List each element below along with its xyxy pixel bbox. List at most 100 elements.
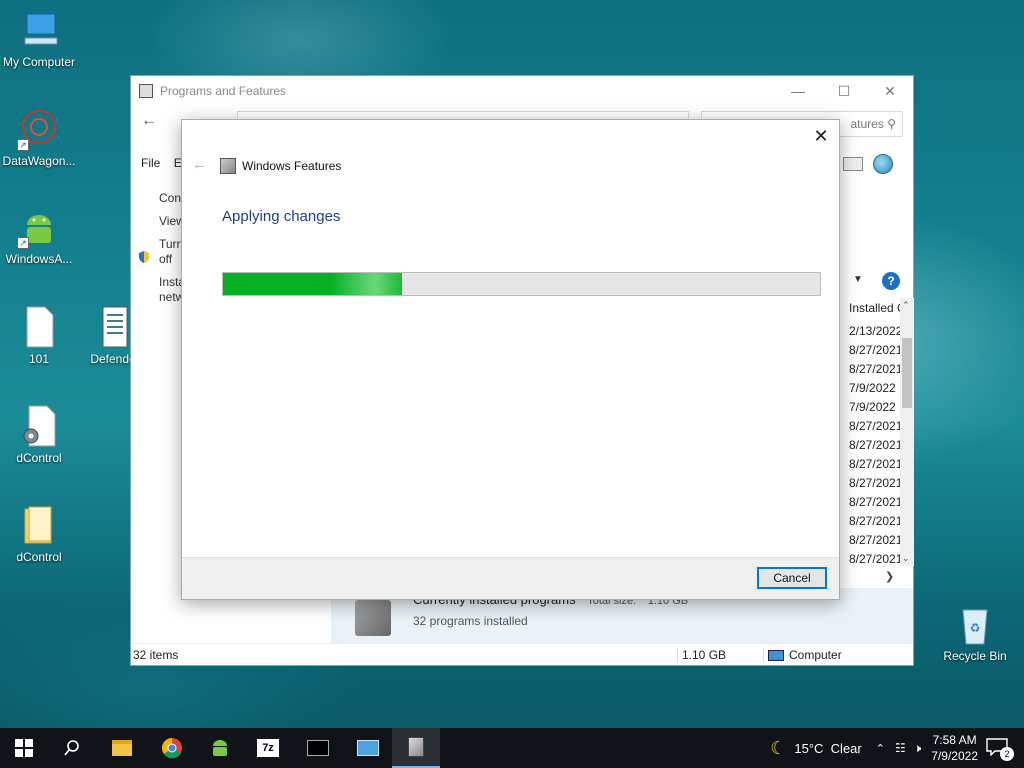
monitor-icon xyxy=(768,649,784,661)
desktop-icon-my-computer[interactable]: My Computer xyxy=(0,8,81,69)
list-item[interactable]: 7/9/2022 xyxy=(849,398,901,417)
control-panel-icon xyxy=(139,84,153,98)
clock[interactable]: 7:58 AM 7/9/2022 xyxy=(931,732,978,764)
folder-icon xyxy=(17,503,61,547)
computer-icon xyxy=(17,8,61,52)
windows-logo-icon xyxy=(15,739,33,757)
status-heading: Applying changes xyxy=(222,208,341,225)
taskbar-file-explorer[interactable] xyxy=(98,728,146,768)
close-icon[interactable]: ✕ xyxy=(811,126,831,146)
list-item[interactable]: 2/13/2022 xyxy=(849,322,901,341)
status-location-label: Computer xyxy=(789,648,842,662)
desktop-icon-label: dControl xyxy=(16,550,62,564)
back-arrow-icon: ← xyxy=(192,156,207,173)
progress-bar-fill xyxy=(223,273,403,295)
desktop-icon-dcontrol-config[interactable]: dControl xyxy=(0,404,81,465)
dialog-title: Windows Features xyxy=(242,159,342,173)
list-item[interactable]: 8/27/2021 xyxy=(849,550,901,569)
column-header-installed-on[interactable]: Installed On xyxy=(849,301,901,315)
start-button[interactable] xyxy=(0,728,48,768)
status-bar: 32 items 1.10 GB Computer xyxy=(131,643,913,665)
desktop-icon-windowsa[interactable]: ↗ WindowsA... xyxy=(0,205,81,266)
desktop-icon-label: dControl xyxy=(16,451,62,465)
search-text: atures xyxy=(850,117,884,131)
clock-date: 7/9/2022 xyxy=(931,749,978,763)
menu-file[interactable]: File xyxy=(141,156,160,170)
help-icon[interactable]: ? xyxy=(882,272,900,290)
shortcut-arrow-icon: ↗ xyxy=(17,237,29,249)
network-icon[interactable]: ☷ xyxy=(895,741,906,755)
close-button[interactable]: ✕ xyxy=(867,76,913,106)
taskbar-control-panel[interactable] xyxy=(344,728,392,768)
window-controls: — ☐ ✕ xyxy=(775,76,913,106)
dialog-footer: Cancel xyxy=(182,557,839,599)
system-tray: ☾ 15°C Clear ⌃ ☷ 🕨 7:58 AM 7/9/2022 2 xyxy=(770,728,1024,768)
list-item[interactable]: 7/9/2022 xyxy=(849,379,901,398)
desktop-icon-label: My Computer xyxy=(2,55,76,69)
maximize-button[interactable]: ☐ xyxy=(821,76,867,106)
chevron-down-icon[interactable]: ▼ xyxy=(853,274,863,285)
status-size: 1.10 GB xyxy=(677,648,726,662)
7zip-icon: 7z xyxy=(257,739,279,757)
moon-weather-icon[interactable]: ☾ xyxy=(770,738,786,759)
desktop-icon-recycle-bin[interactable]: ♻ Recycle Bin xyxy=(933,602,1017,663)
windows-features-dialog: ✕ ← Windows Features Applying changes Ca… xyxy=(181,119,840,600)
desktop-icon-label: 101 xyxy=(28,352,50,366)
notification-count: 2 xyxy=(1000,747,1014,761)
windows-features-icon xyxy=(220,158,236,174)
weather-text[interactable]: 15°C Clear xyxy=(794,741,861,756)
recycle-bin-icon: ♻ xyxy=(953,602,997,646)
desktop-icon-datawagon[interactable]: ↗ DataWagon... xyxy=(0,107,81,168)
list-item[interactable]: 8/27/2021 xyxy=(849,436,901,455)
shortcut-arrow-icon: ↗ xyxy=(17,139,29,151)
globe-icon[interactable] xyxy=(873,154,893,174)
search-button[interactable] xyxy=(48,728,96,768)
taskbar-windows-features[interactable] xyxy=(392,728,440,768)
list-item[interactable]: 8/27/2021 xyxy=(849,512,901,531)
blank-file-icon xyxy=(17,305,61,349)
list-item[interactable]: 8/27/2021 xyxy=(849,417,901,436)
settings-file-icon xyxy=(17,404,61,448)
svg-text:♻: ♻ xyxy=(970,621,981,635)
notification-center-icon[interactable]: 2 xyxy=(986,738,1014,761)
android-icon: ↗ xyxy=(17,205,61,249)
chrome-icon xyxy=(162,738,182,759)
desktop-icon-101[interactable]: 101 xyxy=(0,305,81,366)
scroll-down-icon[interactable]: ⌄ xyxy=(902,553,910,564)
view-options-icon[interactable] xyxy=(843,157,863,171)
desktop-icon-label: Recycle Bin xyxy=(943,649,1007,663)
search-icon xyxy=(64,740,79,756)
taskbar-7zip[interactable]: 7z xyxy=(244,728,292,768)
taskbar-terminal[interactable] xyxy=(294,728,342,768)
folder-icon xyxy=(112,740,132,756)
scroll-up-icon[interactable]: ⌃ xyxy=(902,300,910,311)
dialog-header: Windows Features xyxy=(220,158,341,174)
vertical-scrollbar[interactable]: ⌃ ⌄ xyxy=(900,298,914,566)
desktop-icon-dcontrol-folder[interactable]: dControl xyxy=(0,503,81,564)
scroll-right-icon[interactable]: ❯ xyxy=(885,570,894,583)
cancel-button[interactable]: Cancel xyxy=(757,567,827,589)
chevron-up-icon[interactable]: ⌃ xyxy=(876,742,885,755)
taskbar-chrome[interactable] xyxy=(148,728,196,768)
programs-icon xyxy=(355,600,391,636)
minimize-button[interactable]: — xyxy=(775,76,821,106)
status-location: Computer xyxy=(763,648,842,662)
list-item[interactable]: 8/27/2021 xyxy=(849,493,901,512)
window-title: Programs and Features xyxy=(160,84,287,98)
datawagon-icon: ↗ xyxy=(17,107,61,151)
taskbar: 7z ☾ 15°C Clear ⌃ ☷ 🕨 7:58 AM 7/9/2022 2 xyxy=(0,728,1024,768)
list-item[interactable]: 8/27/2021 xyxy=(849,455,901,474)
scrollbar-thumb[interactable] xyxy=(902,338,912,408)
list-item[interactable]: 8/27/2021 xyxy=(849,360,901,379)
desktop-icon-label: DataWagon... xyxy=(2,154,76,168)
list-item[interactable]: 8/27/2021 xyxy=(849,341,901,360)
toolbar-right xyxy=(843,154,893,174)
desktop-icon-label: WindowsA... xyxy=(5,252,73,266)
control-panel-icon xyxy=(357,740,379,756)
list-item[interactable]: 8/27/2021 xyxy=(849,474,901,493)
search-icon: ⚲ xyxy=(887,117,896,131)
back-arrow-icon[interactable]: ← xyxy=(141,112,157,130)
taskbar-android[interactable] xyxy=(196,728,244,768)
list-item[interactable]: 8/27/2021 xyxy=(849,531,901,550)
volume-icon[interactable]: 🕨 xyxy=(914,741,922,756)
